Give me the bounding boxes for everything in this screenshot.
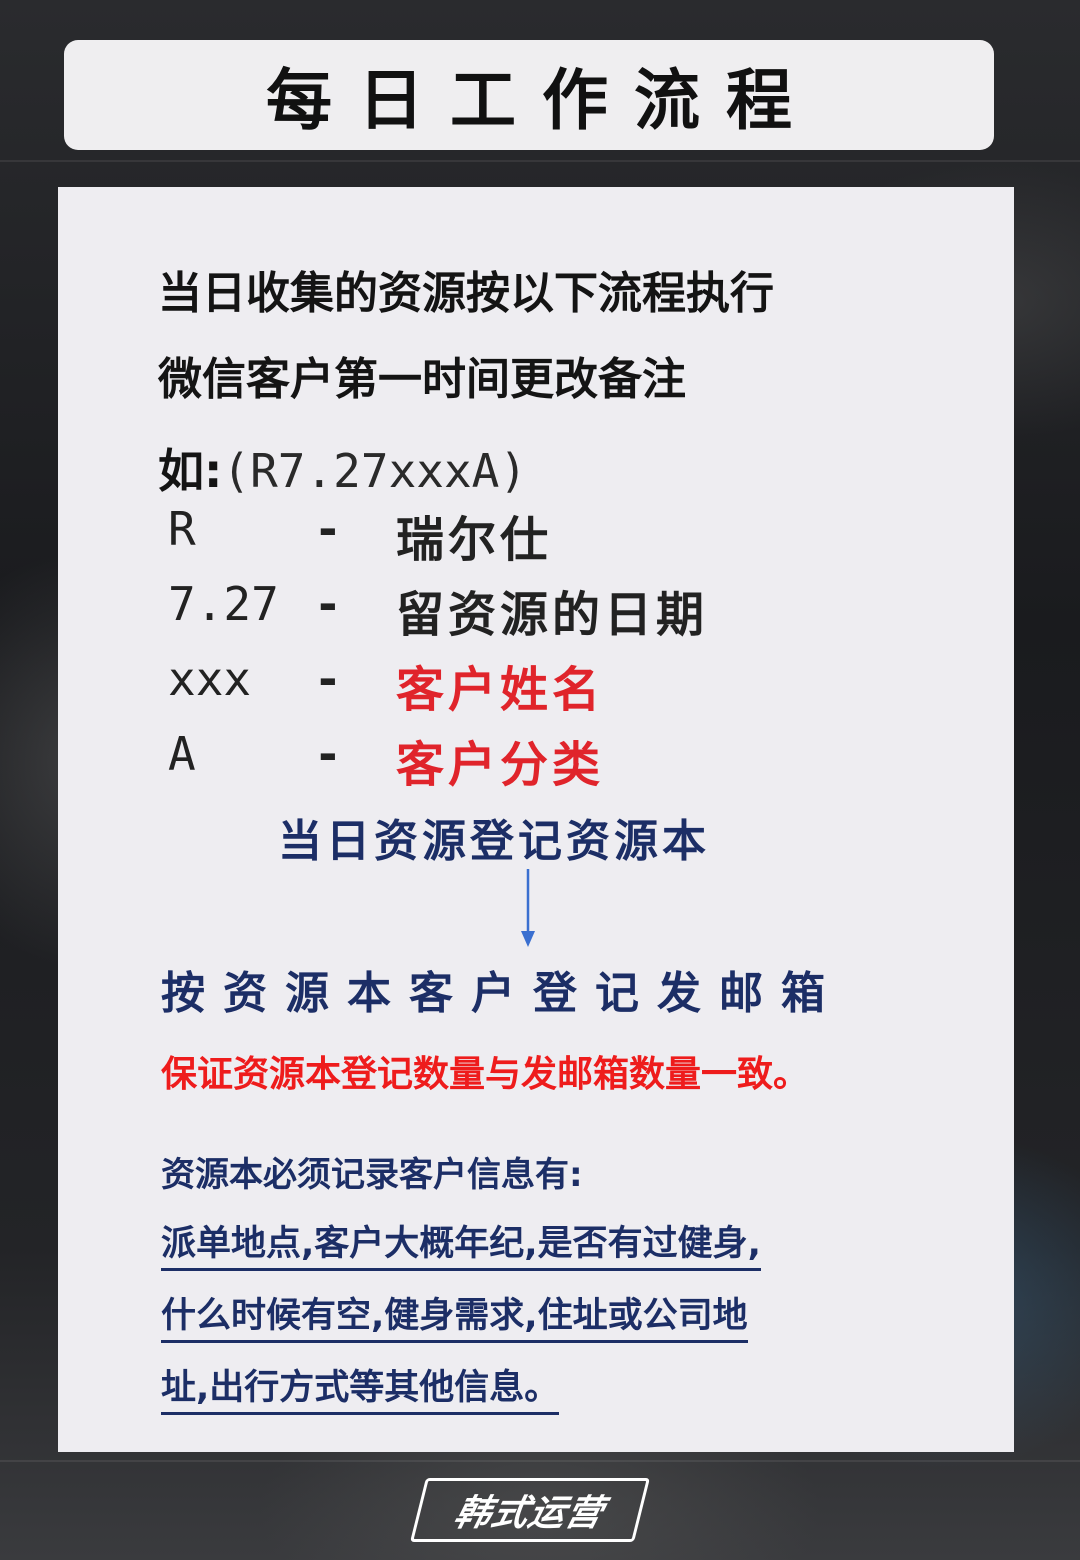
- flow-step-2: 按资源本客户登记发邮箱: [161, 968, 843, 1019]
- info-line-1: 派单地点,客户大概年纪,是否有过健身,: [161, 1215, 761, 1271]
- legend-row-date: 7.27 - 留资源的日期: [168, 577, 868, 643]
- info-heading: 资源本必须记录客户信息有:: [161, 1155, 583, 1195]
- title-banner: 每日工作流程: [64, 40, 994, 150]
- page-title: 每日工作流程: [266, 62, 818, 139]
- legend-key: A: [168, 727, 196, 781]
- flow-step-1: 当日资源登记资源本: [278, 816, 710, 867]
- legend-value-highlight: 客户分类: [396, 737, 605, 793]
- content-card: 当日收集的资源按以下流程执行 微信客户第一时间更改备注 如:(R7.27xxxA…: [58, 187, 1014, 1452]
- background-detail: [0, 1460, 1080, 1462]
- legend-value: 留资源的日期: [396, 587, 709, 643]
- intro-line-2: 微信客户第一时间更改备注: [158, 354, 686, 405]
- legend-value: 瑞尔仕: [396, 512, 553, 568]
- legend-key: R: [168, 502, 196, 556]
- legend-key: 7.27: [168, 577, 279, 631]
- info-line-2: 什么时候有空,健身需求,住址或公司地: [161, 1287, 748, 1343]
- legend-row-name: xxx - 客户姓名: [168, 652, 868, 718]
- example-line: 如:(R7.27xxxA): [158, 435, 527, 501]
- brand-logo: 韩式运营: [410, 1478, 650, 1542]
- background-detail: [0, 160, 1080, 162]
- info-line-3: 址,出行方式等其他信息。: [161, 1359, 560, 1415]
- brand-logo-text: 韩式运营: [450, 1493, 609, 1534]
- legend-row-category: A - 客户分类: [168, 727, 868, 793]
- flow-note: 保证资源本登记数量与发邮箱数量一致。: [161, 1054, 810, 1095]
- legend-row-brand: R - 瑞尔仕: [168, 502, 868, 568]
- legend-dash: -: [314, 727, 342, 781]
- down-arrow-icon: [521, 869, 535, 947]
- legend-dash: -: [314, 577, 342, 631]
- example-prefix: 如:: [158, 444, 223, 498]
- legend-dash: -: [314, 652, 342, 706]
- intro-line-1: 当日收集的资源按以下流程执行: [158, 268, 774, 319]
- legend-key: xxx: [168, 652, 252, 706]
- example-code: (R7.27xxxA): [222, 444, 528, 498]
- legend-dash: -: [314, 502, 342, 556]
- legend-value-highlight: 客户姓名: [396, 662, 605, 718]
